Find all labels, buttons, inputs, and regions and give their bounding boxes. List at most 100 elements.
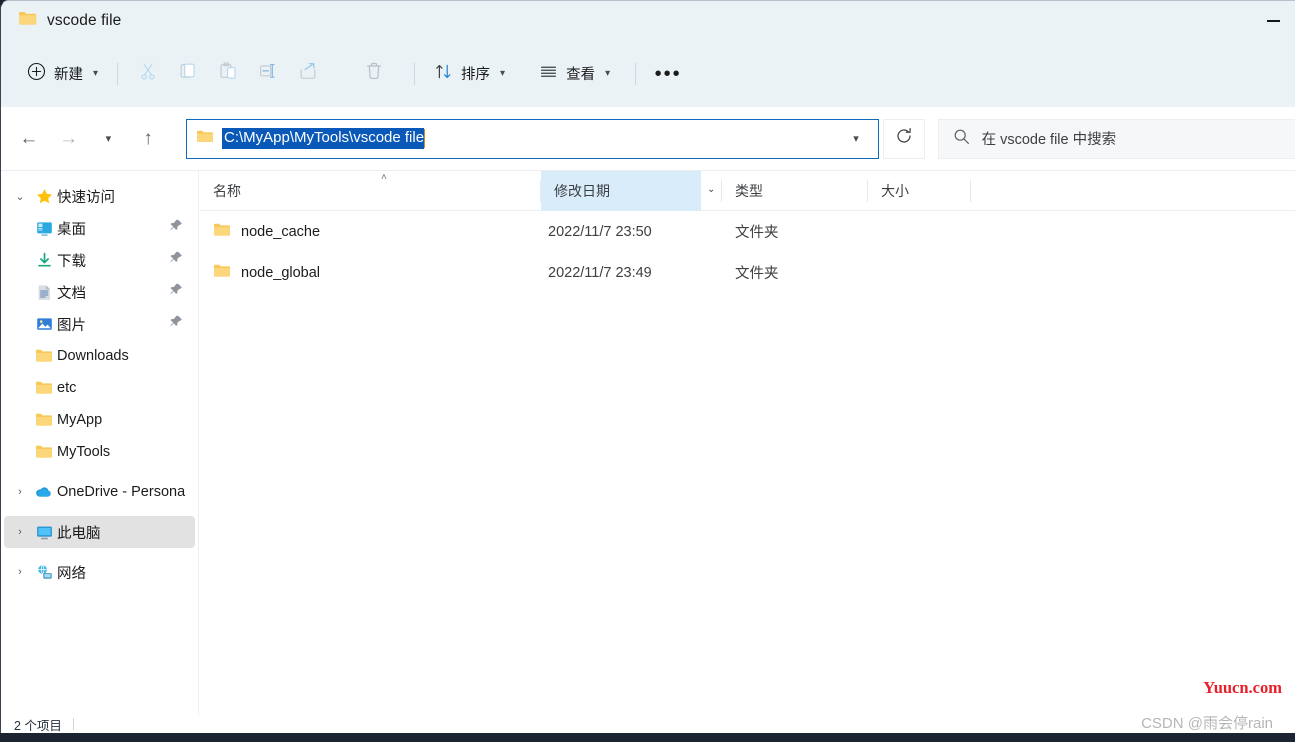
address-input[interactable]: C:\MyApp\MyTools\vscode file (222, 127, 425, 150)
sidebar-item-label: 下载 (57, 253, 86, 270)
minimize-button[interactable] (1250, 1, 1295, 40)
sidebar-item-etc[interactable]: etc (4, 372, 195, 404)
sidebar-item-label: 网络 (57, 565, 86, 582)
sort-button[interactable]: 排序 ▾ (425, 56, 514, 92)
onedrive-cloud-icon (31, 485, 57, 500)
file-date-cell: 2022/11/7 23:49 (548, 265, 652, 281)
file-date-cell: 2022/11/7 23:50 (548, 224, 652, 240)
sidebar-item-downloads[interactable]: Downloads (4, 340, 195, 372)
delete-button[interactable] (354, 56, 394, 92)
download-icon (31, 252, 57, 269)
chevron-down-icon[interactable]: ⌄ (9, 190, 31, 203)
sidebar-item-onedrive-persona[interactable]: › OneDrive - Persona (4, 476, 195, 508)
column-header-name[interactable]: 名称 (200, 171, 540, 211)
column-chevron-down-icon[interactable]: ⌄ (707, 184, 715, 195)
file-name-cell-label: node_global (241, 264, 321, 281)
watermark-csdn: CSDN @雨会停rain (1141, 715, 1273, 732)
new-button[interactable]: 新建 ▾ (18, 56, 107, 92)
more-dots-icon: ••• (654, 62, 682, 85)
sidebar-item-[interactable]: ⌄ 快速访问 (4, 180, 195, 212)
pin-icon[interactable] (169, 219, 183, 238)
up-button[interactable]: ↑ (130, 122, 166, 156)
desktop-icon (31, 220, 57, 237)
column-header-type-label: 类型 (735, 183, 763, 199)
sidebar-item-[interactable]: 桌面 (4, 212, 195, 244)
rename-button[interactable] (248, 56, 288, 92)
paste-icon (218, 61, 238, 86)
sidebar-item-[interactable]: 图片 (4, 308, 195, 340)
refresh-icon (895, 127, 913, 150)
sidebar-item-label: MyApp (57, 412, 103, 428)
chevron-right-icon[interactable]: › (9, 526, 31, 538)
pin-icon[interactable] (169, 251, 183, 270)
folder-icon (31, 348, 57, 364)
column-divider-4[interactable] (970, 180, 971, 202)
back-button[interactable]: ← (11, 122, 47, 156)
chevron-right-icon[interactable]: › (9, 566, 31, 578)
cut-button[interactable] (128, 56, 168, 92)
rename-icon (258, 61, 278, 86)
chevron-down-icon: ▾ (605, 68, 611, 79)
sidebar-item-label: MyTools (57, 444, 111, 460)
copy-button[interactable] (168, 56, 208, 92)
chevron-right-icon[interactable]: › (9, 486, 31, 498)
sidebar-item-[interactable]: 文档 (4, 276, 195, 308)
sidebar-item-[interactable]: › 此电脑 (4, 516, 195, 548)
file-type-cell: 文件夹 (735, 262, 779, 283)
search-input[interactable]: 在 vscode file 中搜索 (982, 128, 1117, 149)
recent-locations-button[interactable]: ▾ (91, 122, 127, 156)
trash-icon (364, 61, 384, 86)
column-header-name-label: 名称 (213, 183, 241, 199)
sidebar-item-[interactable]: › 网络 (4, 556, 195, 588)
this-pc-icon (31, 524, 57, 541)
text-cursor (424, 129, 426, 148)
sort-button-label: 排序 (461, 67, 491, 83)
sidebar-item-label: Downloads (57, 348, 129, 364)
share-button[interactable] (288, 56, 328, 92)
more-options-button[interactable]: ••• (648, 56, 688, 92)
column-header-size[interactable]: 大小 (868, 171, 970, 211)
toolbar-divider-2 (414, 62, 416, 85)
sidebar-item-myapp[interactable]: MyApp (4, 404, 195, 436)
command-bar: 新建 ▾ 排序 ▾ 查看 ▾ ••• (1, 40, 1295, 107)
file-name-cell: node_global (213, 263, 320, 283)
sidebar-item-mytools[interactable]: MyTools (4, 436, 195, 468)
chevron-down-icon: ▾ (93, 68, 99, 79)
table-row[interactable]: node_global 2022/11/7 23:49 文件夹 (200, 252, 1295, 293)
new-button-label: 新建 (54, 67, 83, 83)
column-header-date[interactable]: 修改日期 (541, 171, 701, 211)
pictures-icon (31, 316, 57, 333)
pin-icon[interactable] (169, 315, 183, 334)
star-icon (31, 188, 57, 205)
address-dropdown-button[interactable]: ▾ (834, 120, 878, 158)
item-count-label: 2 个项目 (14, 718, 62, 733)
address-bar[interactable]: C:\MyApp\MyTools\vscode file ▾ (186, 118, 880, 159)
scissors-icon (138, 61, 158, 86)
sidebar-item-label: 图片 (57, 317, 86, 334)
folder-icon (31, 412, 57, 428)
folder-icon (213, 222, 231, 242)
file-date-cell-label: 2022/11/7 23:49 (548, 264, 652, 281)
column-header-type[interactable]: 类型 (722, 171, 867, 211)
refresh-button[interactable] (883, 118, 925, 159)
arrow-right-icon: → (59, 128, 79, 149)
paste-button[interactable] (208, 56, 248, 92)
folder-icon (196, 129, 214, 149)
forward-button[interactable]: → (51, 122, 87, 156)
file-type-cell: 文件夹 (735, 221, 779, 242)
view-button-label: 查看 (566, 67, 596, 83)
share-icon (298, 61, 318, 86)
view-button[interactable]: 查看 ▾ (530, 56, 619, 92)
window-title: vscode file (47, 11, 122, 29)
sidebar-item-label: OneDrive - Persona (57, 484, 186, 500)
search-icon (953, 128, 970, 150)
chevron-down-icon: ▾ (853, 133, 859, 145)
file-date-cell-label: 2022/11/7 23:50 (548, 223, 652, 240)
column-header-size-label: 大小 (881, 183, 909, 199)
table-row[interactable]: node_cache 2022/11/7 23:50 文件夹 (200, 211, 1295, 252)
sidebar-item-[interactable]: 下载 (4, 244, 195, 276)
search-box[interactable]: 在 vscode file 中搜索 (937, 118, 1295, 159)
file-name-cell-label: node_cache (241, 223, 321, 240)
pin-icon[interactable] (169, 283, 183, 302)
arrow-left-icon: ← (19, 128, 39, 149)
